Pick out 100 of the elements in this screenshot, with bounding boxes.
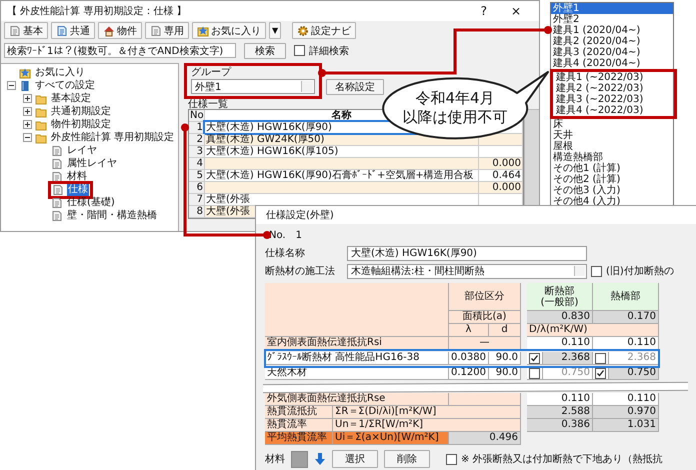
- table-cell: 2.368: [609, 352, 659, 365]
- tree-item[interactable]: 壁・階間・構造熱橋: [66, 210, 158, 222]
- table-cell: 0.750: [609, 367, 659, 380]
- document-icon: [150, 24, 162, 36]
- column-header: 面積比(a): [449, 311, 521, 324]
- row-number: 4: [189, 158, 205, 169]
- delete-button[interactable]: 削除: [384, 450, 430, 468]
- list-item[interactable]: 建具1 (2020/04~): [551, 25, 673, 36]
- tree-item[interactable]: 材料: [66, 170, 88, 182]
- document-icon: [9, 24, 21, 36]
- dropdown-field[interactable]: 外壁1: [191, 79, 315, 94]
- checkbox[interactable]: [446, 454, 457, 464]
- toolbar-button[interactable]: お気に入り: [192, 22, 266, 39]
- table-cell: 0.110: [527, 337, 593, 350]
- list-item[interactable]: その他2 (計算): [551, 174, 673, 185]
- list-item[interactable]: 床: [551, 119, 673, 130]
- column-header: No.: [189, 110, 205, 121]
- toolbar-button[interactable]: 基本: [4, 22, 48, 39]
- table-cell: ΣR＝Σ(Di/λi)[m²K/W]: [333, 406, 521, 419]
- dropdown-button[interactable]: ▼: [269, 22, 282, 39]
- toolbar-button[interactable]: 専用: [145, 22, 189, 39]
- checkbox-label: 詳細検索: [309, 44, 349, 58]
- row-number: 5: [189, 170, 205, 181]
- tree-item[interactable]: 外皮性能計算 専用初期設定: [50, 132, 176, 144]
- tree-item[interactable]: 基本設定: [50, 92, 92, 104]
- list-item[interactable]: 外壁2: [551, 14, 673, 25]
- checkbox[interactable]: [529, 352, 540, 364]
- table-cell: 0.386: [527, 419, 593, 432]
- table-cell: 90.0: [489, 367, 521, 380]
- list-item[interactable]: 建具4 (~2022/03): [554, 105, 674, 116]
- checkbox-label: (旧)付加断熱の: [606, 264, 674, 278]
- toolbar-button[interactable]: 物件: [98, 22, 142, 39]
- down-arrow-icon: [314, 452, 326, 466]
- table-cell: —: [449, 337, 521, 350]
- navigator-button[interactable]: 設定ナビ: [292, 22, 356, 39]
- table-cell: Un＝1/ΣR[W/m²K]: [333, 419, 521, 432]
- help-button[interactable]: ?: [468, 1, 499, 21]
- checkbox[interactable]: [595, 368, 606, 378]
- book-icon: [19, 80, 31, 92]
- table-cell: 0.830: [527, 311, 593, 324]
- folder-icon: [35, 132, 47, 144]
- table-cell: 0.110: [593, 393, 659, 406]
- list-item[interactable]: 建具3 (~2022/03): [554, 94, 674, 105]
- column-header: 部位区分: [449, 283, 521, 311]
- document-icon: [52, 184, 64, 196]
- list-item[interactable]: 構造熱橋部: [551, 152, 673, 163]
- toolbar-button[interactable]: 共通: [51, 22, 95, 39]
- table-cell: 0.0380: [449, 352, 489, 365]
- column-header: D/λ(m²K/W): [527, 324, 659, 337]
- name-field[interactable]: 大壁(木造) HGW16K(厚90): [347, 246, 587, 260]
- search-field[interactable]: 検索ﾜｰﾄﾞ1は？(複数可。＆付きでAND検索文字): [4, 43, 236, 58]
- list-item[interactable]: 建具2 (2020/04~): [551, 36, 673, 47]
- tree-item[interactable]: レイヤ: [66, 144, 98, 156]
- tree-item[interactable]: すべての設定: [34, 80, 96, 92]
- list-item[interactable]: 建具1 (~2022/03): [554, 72, 674, 83]
- folder-icon: [35, 92, 47, 104]
- table-cell: 90.0: [489, 352, 521, 365]
- color-swatch: [291, 450, 308, 468]
- list-item[interactable]: その他1 (計算): [551, 163, 673, 174]
- checkbox[interactable]: [529, 368, 540, 378]
- tree-item[interactable]: お気に入り: [34, 66, 86, 78]
- house-icon: [103, 24, 115, 36]
- document-icon: [56, 24, 68, 36]
- checkbox[interactable]: [294, 45, 305, 56]
- list-item[interactable]: その他3 (入力): [551, 185, 673, 196]
- list-item[interactable]: 屋根: [551, 141, 673, 152]
- list-item[interactable]: 建具2 (~2022/03): [554, 83, 674, 94]
- list-item[interactable]: 外壁1: [551, 3, 673, 14]
- column-header: λ: [449, 324, 489, 337]
- table-cell: 0.110: [593, 337, 659, 350]
- close-button[interactable]: ×: [498, 1, 533, 21]
- table-cell: Ui＝Σ(a×Un)[W/m²K]: [333, 432, 449, 445]
- document-icon: [51, 196, 63, 208]
- field-label: 仕様名称: [265, 246, 306, 260]
- table-cell: 2.588: [527, 406, 593, 419]
- checkbox[interactable]: [591, 266, 602, 276]
- list-item[interactable]: 建具4 (2020/04~): [551, 58, 673, 69]
- list-item[interactable]: 天井: [551, 130, 673, 141]
- search-button[interactable]: 検索: [244, 42, 286, 58]
- tree-item[interactable]: 物件初期設定: [50, 118, 112, 130]
- select-button[interactable]: 選択: [332, 450, 378, 468]
- table-cell: 0.496: [449, 432, 521, 445]
- checkbox[interactable]: [595, 352, 606, 364]
- dropdown-field[interactable]: 木造軸組構法:柱・間柱間断熱: [347, 264, 587, 278]
- star-icon: [19, 66, 31, 78]
- table-cell: 0.170: [593, 311, 659, 324]
- tree-item[interactable]: 仕様: [67, 184, 89, 196]
- tree-item[interactable]: 仕様(基礎): [66, 196, 116, 208]
- tree-item[interactable]: 属性レイヤ: [66, 158, 118, 170]
- row-number: 7: [189, 194, 205, 205]
- tree-item[interactable]: 共通初期設定: [50, 106, 112, 118]
- star-icon: [197, 24, 209, 36]
- table-cell: 0.110: [527, 393, 593, 406]
- document-icon: [51, 210, 63, 222]
- row-number: 8: [189, 206, 205, 217]
- table-cell: 0.000: [479, 182, 523, 193]
- row-number: 2: [189, 134, 205, 145]
- table-cell: 0.750: [543, 367, 593, 380]
- list-item[interactable]: 建具3 (2020/04~): [551, 47, 673, 58]
- rename-button[interactable]: 名称設定: [326, 79, 384, 95]
